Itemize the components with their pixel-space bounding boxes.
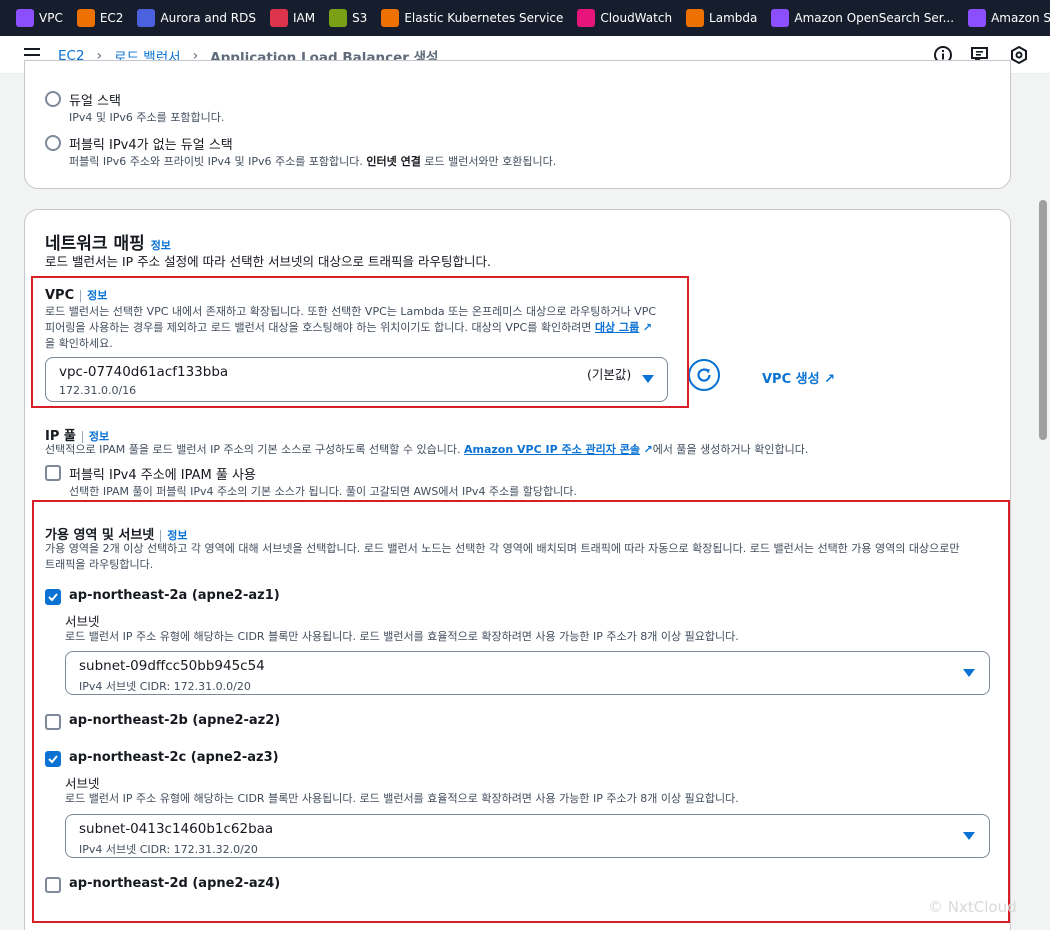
vpc-ipam-console-link[interactable]: Amazon VPC IP 주소 관리자 콘솔 bbox=[464, 443, 640, 456]
caret-down-icon bbox=[963, 832, 975, 840]
caret-down-icon bbox=[642, 375, 654, 383]
az-desc: 가용 영역을 2개 이상 선택하고 각 영역에 대해 서브넷을 선택합니다. 로… bbox=[45, 542, 960, 571]
favorite-5[interactable]: Elastic Kubernetes Service bbox=[381, 9, 563, 27]
external-link-icon: ↗ bbox=[643, 443, 653, 456]
page-scrollbar[interactable] bbox=[1039, 200, 1047, 440]
network-info-link[interactable]: 정보 bbox=[151, 239, 171, 252]
favorite-2[interactable]: Aurora and RDS bbox=[137, 9, 256, 27]
favorite-1[interactable]: EC2 bbox=[76, 9, 124, 27]
az-checkbox-2d[interactable] bbox=[45, 877, 61, 893]
favorite-9[interactable]: Amazon S... bbox=[968, 9, 1050, 27]
amazon-icon bbox=[968, 9, 987, 27]
vpc-select[interactable]: vpc-07740d61acf133bba 172.31.0.0/16 (기본값… bbox=[45, 357, 668, 402]
favorite-label: VPC bbox=[39, 11, 63, 25]
subnet-label-2c: 서브넷 bbox=[65, 776, 100, 791]
favorites-bar: VPC EC2 Aurora and RDS IAM S3 Elastic Kuberne… bbox=[0, 0, 1050, 36]
lambda-icon bbox=[686, 9, 705, 27]
external-link-icon: ↗ bbox=[642, 321, 652, 334]
favorite-label: EC2 bbox=[99, 11, 124, 25]
az-label-2d: ap-northeast-2d (apne2-az4) bbox=[69, 876, 281, 891]
favorite-7[interactable]: Lambda bbox=[686, 9, 757, 27]
network-mapping-title: 네트워크 매핑 정보 bbox=[45, 234, 171, 254]
vpc-cidr: 172.31.0.0/16 bbox=[59, 384, 137, 397]
iam-icon bbox=[269, 9, 288, 27]
target-group-link[interactable]: 대상 그룹 bbox=[595, 321, 639, 334]
ipam-pool-checkbox-label: 퍼블릭 IPv4 주소에 IPAM 풀 사용 bbox=[69, 468, 256, 483]
favorite-label: CloudWatch bbox=[600, 11, 673, 25]
ipam-pool-checkbox-desc: 선택한 IPAM 풀이 퍼블릭 IPv4 주소의 기본 소스가 됩니다. 풀이 … bbox=[69, 485, 577, 498]
subnet-select-2a[interactable]: subnet-09dffcc50bb945c54 IPv4 서브넷 CIDR: … bbox=[65, 651, 990, 695]
favorite-label: Lambda bbox=[709, 11, 758, 25]
opensearch-icon bbox=[771, 9, 790, 27]
watermark-text: © NxtCloud bbox=[928, 898, 1017, 916]
favorite-3[interactable]: IAM bbox=[269, 9, 316, 27]
vpc-label: VPC 정보 bbox=[45, 288, 108, 303]
favorite-label: Elastic Kubernetes Service bbox=[404, 11, 564, 25]
az-checkbox-2a[interactable] bbox=[45, 589, 61, 605]
favorite-4[interactable]: S3 bbox=[329, 9, 367, 27]
favorite-0[interactable]: VPC bbox=[16, 9, 63, 27]
vpc-icon bbox=[16, 9, 34, 27]
az-checkbox-2b[interactable] bbox=[45, 714, 61, 730]
az-label-2c: ap-northeast-2c (apne2-az3) bbox=[69, 750, 279, 765]
subnet-cidr-2c: IPv4 서브넷 CIDR: 172.31.32.0/20 bbox=[79, 843, 258, 856]
cloudwatch-icon bbox=[577, 9, 596, 27]
vpc-desc: 로드 밸런서는 선택한 VPC 내에서 존재하고 확장됩니다. 또한 선택한 V… bbox=[45, 305, 657, 350]
vpc-selected-value: vpc-07740d61acf133bba bbox=[59, 364, 229, 380]
subnet-label-2a: 서브넷 bbox=[65, 614, 100, 629]
subnet-cidr-2a: IPv4 서브넷 CIDR: 172.31.0.0/20 bbox=[79, 680, 251, 693]
favorite-8[interactable]: Amazon OpenSearch Ser... bbox=[771, 9, 954, 27]
subnet-select-2c[interactable]: subnet-0413c1460b1c62baa IPv4 서브넷 CIDR: … bbox=[65, 814, 990, 858]
ec2-icon bbox=[76, 9, 95, 27]
check-icon bbox=[48, 755, 58, 764]
favorite-label: Amazon OpenSearch Ser... bbox=[794, 11, 955, 25]
caret-down-icon bbox=[963, 669, 975, 677]
create-vpc-link[interactable]: VPC 생성 ↗ bbox=[762, 368, 835, 387]
dual-stack-no-public-desc: 퍼블릭 IPv6 주소와 프라이빗 IPv4 및 IPv6 주소를 포함합니다.… bbox=[69, 155, 557, 168]
dual-stack-desc: IPv4 및 IPv6 주소를 포함합니다. bbox=[69, 111, 225, 124]
az-label-2a: ap-northeast-2a (apne2-az1) bbox=[69, 588, 280, 603]
favorite-label: Amazon S... bbox=[991, 11, 1050, 25]
refresh-icon bbox=[697, 368, 711, 382]
rds-icon bbox=[137, 9, 156, 27]
dual-stack-label: 듀얼 스택 bbox=[69, 94, 121, 109]
subnet-value-2c: subnet-0413c1460b1c62baa bbox=[79, 821, 274, 837]
subnet-desc-2a: 로드 밸런서 IP 주소 유형에 해당하는 CIDR 블록만 사용됩니다. 로드… bbox=[65, 630, 739, 643]
favorite-label: S3 bbox=[352, 11, 368, 25]
eks-icon bbox=[381, 9, 400, 27]
az-checkbox-2c[interactable] bbox=[45, 751, 61, 767]
dual-stack-no-public-label: 퍼블릭 IPv4가 없는 듀얼 스택 bbox=[69, 138, 233, 153]
az-label-2b: ap-northeast-2b (apne2-az2) bbox=[69, 713, 281, 728]
subnet-value-2a: subnet-09dffcc50bb945c54 bbox=[79, 658, 265, 674]
favorite-label: IAM bbox=[292, 11, 316, 25]
vpc-info-link[interactable]: 정보 bbox=[87, 289, 107, 302]
ipam-pool-checkbox[interactable] bbox=[45, 465, 61, 481]
radio-dual-stack-no-public-ipv4[interactable] bbox=[45, 135, 61, 151]
s3-icon bbox=[329, 9, 348, 27]
subnet-desc-2c: 로드 밸런서 IP 주소 유형에 해당하는 CIDR 블록만 사용됩니다. 로드… bbox=[65, 792, 739, 805]
settings-hexagon-icon[interactable] bbox=[1009, 45, 1029, 65]
ip-pool-desc: 선택적으로 IPAM 풀을 로드 밸런서 IP 주소의 기본 소스로 구성하도록… bbox=[45, 443, 809, 456]
external-link-icon: ↗ bbox=[824, 372, 836, 387]
check-icon bbox=[48, 593, 58, 602]
favorite-6[interactable]: CloudWatch bbox=[577, 9, 672, 27]
refresh-button[interactable] bbox=[688, 359, 720, 391]
vpc-default-tag: (기본값) bbox=[587, 367, 632, 382]
favorite-label: Aurora and RDS bbox=[160, 11, 256, 25]
network-mapping-desc: 로드 밸런서는 IP 주소 설정에 따라 선택한 서브넷의 대상으로 트래픽을 … bbox=[45, 254, 491, 269]
radio-dual-stack[interactable] bbox=[45, 91, 61, 107]
